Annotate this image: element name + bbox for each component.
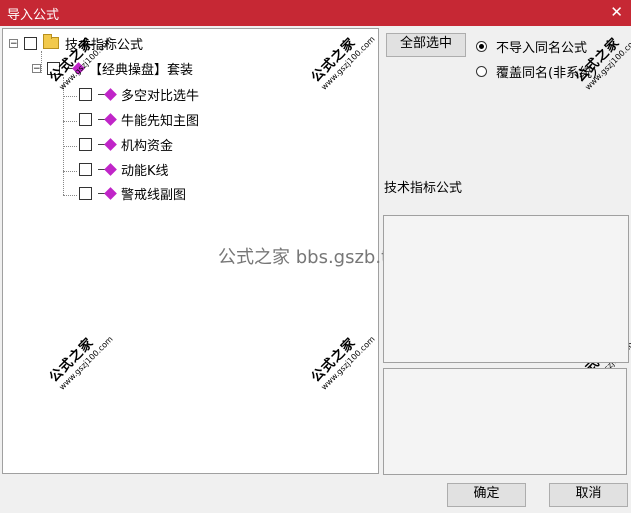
overwrite-same-name-radio[interactable]: 覆盖同名(非系统) <box>476 62 597 81</box>
collapse-icon[interactable]: − <box>32 63 41 73</box>
item-label: 多空对比选牛 <box>121 88 200 104</box>
group-label: 【经典操盘】套装 <box>89 62 194 78</box>
collapse-icon[interactable]: − <box>9 38 18 48</box>
select-all-button[interactable]: 全部选中 <box>386 33 466 57</box>
folder-icon <box>43 34 59 49</box>
item-checkbox[interactable] <box>79 112 92 126</box>
tree-line <box>63 171 77 172</box>
tree-line <box>63 121 77 122</box>
no-import-same-name-radio[interactable]: 不导入同名公式 <box>476 37 587 56</box>
item-label: 牛能先知主图 <box>121 113 200 129</box>
formula-diamond-icon <box>98 87 117 101</box>
item-checkbox[interactable] <box>79 186 92 200</box>
formula-diamond-icon <box>98 162 117 176</box>
tree-item[interactable]: 机构资金 <box>79 134 173 154</box>
radio-selected-icon[interactable] <box>476 41 487 52</box>
item-checkbox[interactable] <box>79 162 92 176</box>
formula-diamond-icon <box>98 186 117 200</box>
close-icon[interactable]: ✕ <box>610 3 623 21</box>
tree-item[interactable]: 多空对比选牛 <box>79 84 199 104</box>
root-checkbox[interactable] <box>24 36 37 50</box>
ok-button[interactable]: 确定 <box>447 483 526 507</box>
description-panel <box>383 215 629 363</box>
tree-item[interactable]: 牛能先知主图 <box>79 109 199 129</box>
tree-line <box>63 77 64 195</box>
formula-diamond-icon <box>98 137 117 151</box>
tree-line <box>63 146 77 147</box>
item-label: 动能K线 <box>121 163 169 179</box>
window-title: 导入公式 <box>7 8 60 23</box>
details-panel <box>383 368 627 475</box>
watermark-logo: 公式之家www.gszj100.com <box>572 34 631 92</box>
item-checkbox[interactable] <box>79 87 92 101</box>
overwrite-same-name-label: 覆盖同名(非系统) <box>496 66 598 81</box>
cancel-button[interactable]: 取消 <box>549 483 628 507</box>
formula-diamond-icon <box>98 112 117 126</box>
item-label: 机构资金 <box>121 138 174 154</box>
tree-item[interactable]: 动能K线 <box>79 159 169 179</box>
tree-item[interactable]: 警戒线副图 <box>79 183 186 203</box>
tree-line <box>63 96 77 97</box>
item-label: 警戒线副图 <box>121 187 187 203</box>
tree-line <box>63 195 77 196</box>
radio-unselected-icon[interactable] <box>476 66 487 77</box>
item-checkbox[interactable] <box>79 137 92 151</box>
no-import-same-name-label: 不导入同名公式 <box>496 41 588 56</box>
formula-type-label: 技术指标公式 <box>384 181 463 196</box>
center-watermark: 公式之家 bbs.gszb.top <box>218 247 411 268</box>
